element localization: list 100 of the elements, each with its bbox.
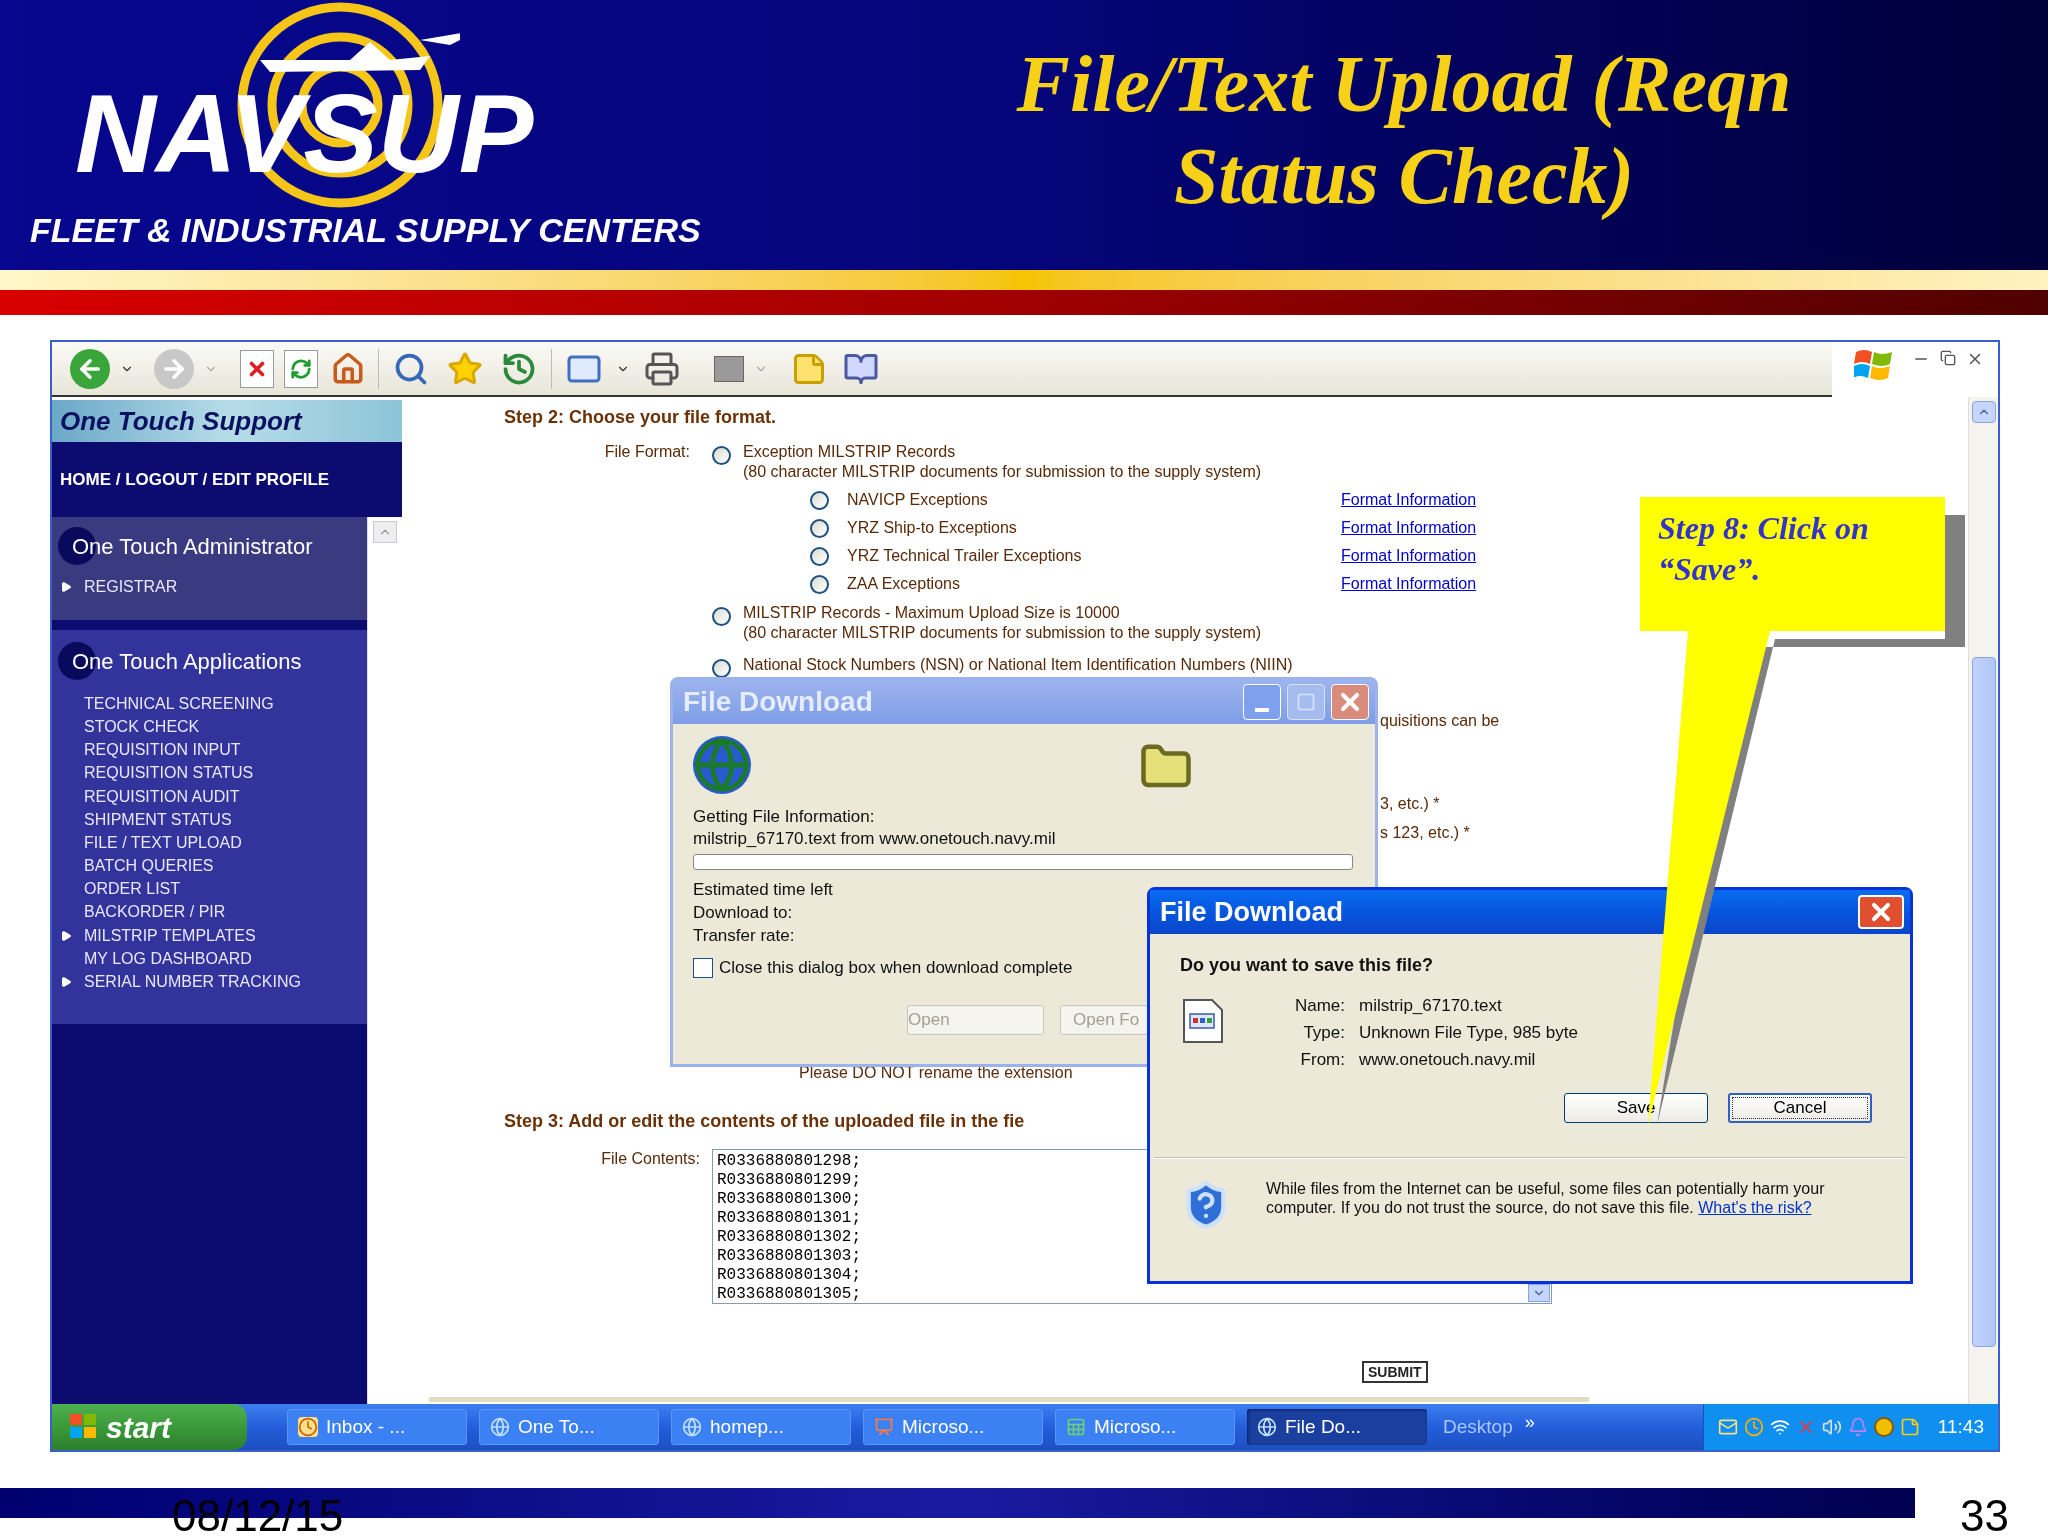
minimize-button[interactable]: [1243, 684, 1281, 720]
browser-icon: [1257, 1417, 1277, 1437]
status-text: Getting File Information:: [693, 806, 875, 828]
nav-item[interactable]: REQUISITION INPUT: [84, 738, 241, 763]
taskbar-button[interactable]: homep...: [671, 1409, 851, 1445]
file-info-label: Type:: [1302, 1022, 1345, 1044]
scroll-down-button[interactable]: [1528, 1284, 1550, 1302]
option-note: (80 character MILSTRIP documents for submission to the supply system): [743, 462, 1262, 482]
field-label: File Format:: [604, 442, 690, 462]
globe-icon: [693, 736, 751, 794]
detail-label: Transfer rate:: [693, 925, 795, 947]
back-icon[interactable]: [70, 348, 110, 389]
nav-item[interactable]: ORDER LIST: [84, 877, 180, 902]
save-question: Do you want to save this file?: [1180, 954, 1435, 976]
nav-item[interactable]: REQUISITION STATUS: [84, 761, 254, 786]
network-icon[interactable]: [1769, 1417, 1790, 1437]
dialog-title: File Download: [1160, 895, 1343, 929]
stop-icon[interactable]: [240, 349, 274, 388]
detail-label: Estimated time left: [693, 879, 833, 901]
format-info-link[interactable]: Format Information: [1341, 488, 1477, 512]
blank-page-icon[interactable]: [714, 355, 744, 382]
clock-icon: [298, 1417, 318, 1437]
nav-item[interactable]: SHIPMENT STATUS: [84, 807, 232, 832]
nav-item[interactable]: MILSTRIP TEMPLATES: [84, 923, 256, 948]
brand-name: One Touch Support: [60, 408, 302, 434]
expand-arrow-icon[interactable]: [60, 976, 72, 989]
format-info-link[interactable]: Format Information: [1341, 516, 1477, 540]
instruction-text: s 123, etc.) *: [1380, 823, 1471, 843]
vertical-scrollbar[interactable]: [1968, 397, 1998, 1404]
option-label: YRZ Technical Trailer Exceptions: [847, 546, 1083, 566]
option-label: National Stock Numbers (NSN) or National Item Identification Numbers (NIIN): [743, 655, 1293, 675]
nav-item[interactable]: REQUISITION AUDIT: [84, 784, 240, 809]
callout-text: Step 8: Click on “Save”.: [1658, 509, 1870, 589]
clock-time: 11:43: [1937, 1414, 1984, 1439]
taskbar-button[interactable]: Microso...: [863, 1409, 1043, 1445]
nav-item[interactable]: MY LOG DASHBOARD: [84, 946, 252, 971]
speaker-icon[interactable]: [1821, 1417, 1842, 1437]
radio-button[interactable]: [712, 607, 731, 626]
radio-button[interactable]: [810, 574, 829, 594]
radio-button[interactable]: [810, 546, 829, 566]
radio-button[interactable]: [712, 446, 731, 465]
taskbar-button[interactable]: Microso...: [1055, 1409, 1235, 1445]
section-title: One Touch Administrator: [58, 527, 313, 565]
option-label: ZAA Exceptions: [847, 574, 961, 594]
option-label: MILSTRIP Records - Maximum Upload Size is 10000: [743, 603, 1121, 623]
file-info-value: milstrip_67170.text: [1359, 995, 1503, 1017]
slide-title: File/Text Upload (Reqn: [1016, 39, 1792, 130]
windows-logo-icon: [70, 1414, 98, 1440]
nav-item[interactable]: FILE / TEXT UPLOAD: [84, 830, 242, 855]
file-icon: [1180, 998, 1226, 1044]
file-info-value: www.onetouch.navy.mil: [1359, 1049, 1537, 1071]
more-chevron[interactable]: »: [1524, 1408, 1535, 1436]
restore-icon[interactable]: [1940, 350, 1956, 366]
field-label: File Contents:: [601, 1149, 700, 1169]
expand-arrow-icon[interactable]: [60, 929, 72, 942]
slides-icon: [874, 1417, 894, 1437]
spreadsheet-icon: [1066, 1417, 1086, 1437]
file-info-label: From:: [1299, 1049, 1345, 1071]
radio-button[interactable]: [810, 518, 829, 538]
nav-item[interactable]: REGISTRAR: [84, 574, 178, 599]
slide-title: Status Check): [1173, 131, 1635, 222]
dialog-title: File Download: [683, 685, 873, 719]
radio-button[interactable]: [810, 490, 829, 510]
option-label: YRZ Ship-to Exceptions: [847, 518, 1018, 538]
detail-label: Download to:: [693, 902, 793, 924]
dialog-button[interactable]: Cancel: [1728, 1093, 1872, 1123]
maximize-icon: [1296, 692, 1316, 712]
browser-icon: [682, 1417, 702, 1437]
nav-item[interactable]: BACKORDER / PIR: [84, 900, 226, 925]
taskbar-button[interactable]: Inbox - ...: [287, 1409, 467, 1445]
nav-item[interactable]: TECHNICAL SCREENING: [84, 691, 274, 716]
close-button[interactable]: [1331, 684, 1369, 720]
submit-button[interactable]: SUBMIT: [1362, 1361, 1428, 1383]
browser-icon: [490, 1417, 510, 1437]
taskbar-button[interactable]: File Do...: [1247, 1409, 1427, 1445]
expand-arrow-icon[interactable]: [60, 580, 72, 593]
checkbox-label[interactable]: Close this dialog box when download complete: [719, 955, 1073, 981]
format-info-link[interactable]: Format Information: [1341, 544, 1477, 568]
nav-item[interactable]: SERIAL NUMBER TRACKING: [84, 970, 301, 995]
slide-number: 33: [1960, 1494, 2009, 1536]
option-label: NAVICP Exceptions: [847, 490, 989, 510]
close-button[interactable]: [1858, 895, 1904, 929]
step-heading: Step 3: Add or edit the contents of the uploaded file in the fie: [504, 1111, 1026, 1131]
instruction-text: quisitions can be: [1380, 711, 1501, 731]
file-info-value: Unknown File Type, 985 byte: [1359, 1022, 1578, 1044]
nav-item[interactable]: STOCK CHECK: [84, 714, 200, 739]
option-label: Exception MILSTRIP Records: [743, 442, 957, 462]
logo-caption: FLEET & INDUSTRIAL SUPPLY CENTERS: [30, 213, 702, 247]
section-title: One Touch Applications: [58, 642, 302, 681]
nav-item[interactable]: BATCH QUERIES: [84, 854, 214, 879]
instruction-text: 3, etc.) *: [1380, 794, 1441, 814]
option-note: (80 character MILSTRIP documents for submission to the supply system): [743, 623, 1262, 643]
taskbar-button[interactable]: One To...: [479, 1409, 659, 1445]
file-info-label: Name:: [1293, 995, 1345, 1017]
windows-logo-icon: [1854, 348, 1894, 382]
start-button[interactable]: start: [52, 1404, 247, 1450]
checkbox[interactable]: [693, 957, 713, 978]
risk-link[interactable]: What's the risk?: [1698, 1199, 1812, 1216]
refresh-icon[interactable]: [284, 349, 318, 388]
format-info-link[interactable]: Format Information: [1341, 572, 1477, 596]
